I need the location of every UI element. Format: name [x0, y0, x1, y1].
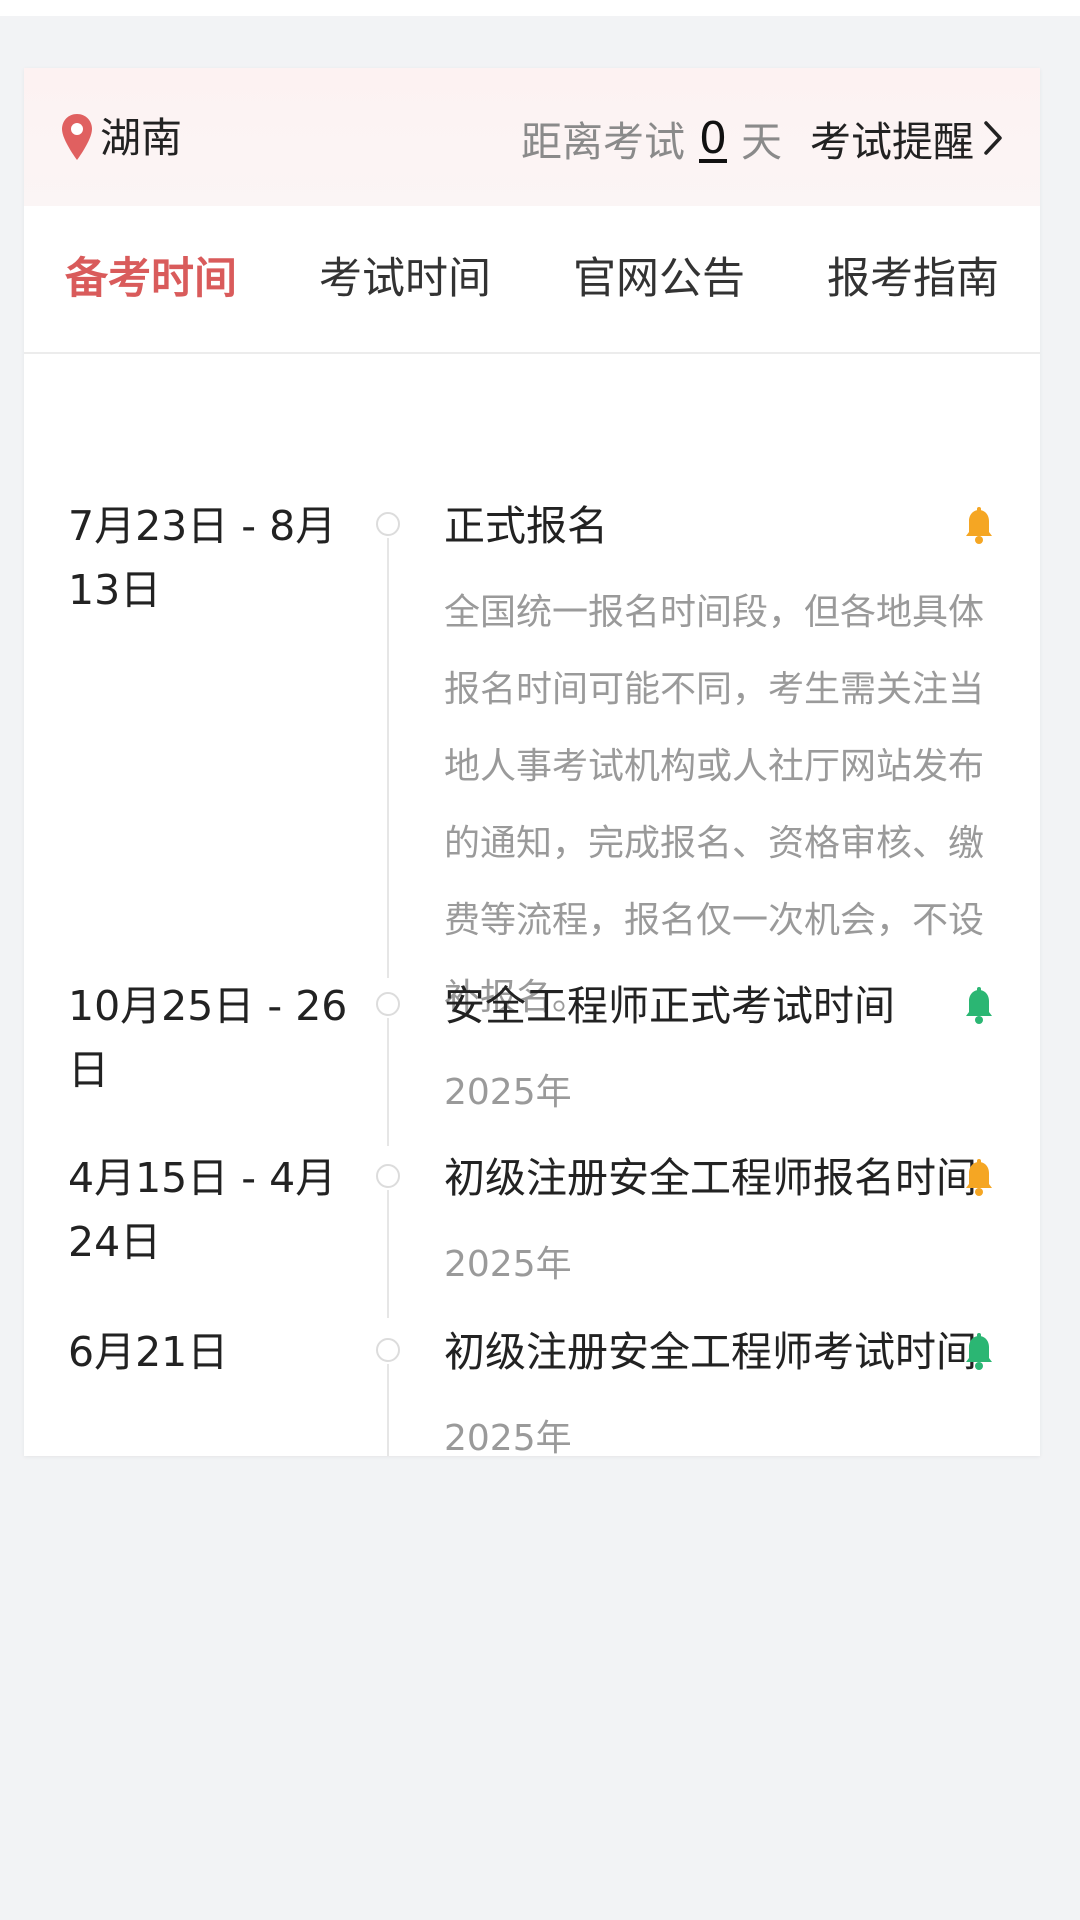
timeline-line: [387, 1364, 389, 1456]
countdown-days: 0: [699, 112, 727, 164]
countdown-suffix: 天: [741, 118, 782, 166]
tab-exam-time[interactable]: 考试时间: [278, 206, 532, 352]
timeline-title: 初级注册安全工程师报名时间: [444, 1154, 977, 1202]
timeline-title: 初级注册安全工程师考试时间: [444, 1328, 977, 1376]
status-strip: [0, 0, 1080, 16]
exam-header-bar: 湖南 距离考试 0 天 考试提醒: [24, 68, 1040, 206]
timeline-node: [376, 992, 400, 1016]
tab-bar: 备考时间 考试时间 官网公告 报考指南: [24, 206, 1040, 354]
timeline-line: [387, 1190, 389, 1318]
exam-reminder-link[interactable]: 考试提醒: [810, 108, 974, 168]
timeline-desc: 2025年: [444, 1244, 572, 1285]
bell-icon[interactable]: [964, 1158, 994, 1198]
timeline-title: 安全工程师正式考试时间: [444, 982, 895, 1030]
exam-countdown: 距离考试 0 天 考试提醒: [521, 108, 1004, 168]
timeline-date: 10月25日 - 26日: [68, 982, 348, 1094]
timeline-date: 4月15日 - 4月24日: [68, 1154, 337, 1266]
timeline-date: 7月23日 - 8月13日: [68, 502, 337, 614]
timeline-desc: 全国统一报名时间段，但各地具体报名时间可能不同，考生需关注当地人事考试机构或人社…: [444, 592, 985, 1018]
bell-icon[interactable]: [964, 506, 994, 546]
location-selector[interactable]: 湖南: [60, 110, 182, 166]
timeline-desc: 2025年: [444, 1072, 572, 1113]
exam-schedule-card: 湖南 距离考试 0 天 考试提醒 备考时间 考试时间 官网公告 报考指南 7月2…: [24, 68, 1040, 1456]
countdown-prefix: 距离考试: [521, 118, 685, 166]
timeline-line: [387, 1018, 389, 1146]
tab-official-notice[interactable]: 官网公告: [532, 206, 786, 352]
bell-icon[interactable]: [964, 986, 994, 1026]
timeline-node: [376, 1338, 400, 1362]
tab-registration-guide[interactable]: 报考指南: [786, 206, 1040, 352]
location-label: 湖南: [100, 114, 182, 162]
bell-icon[interactable]: [964, 1332, 994, 1372]
timeline-title: 正式报名: [444, 502, 608, 550]
chevron-right-icon[interactable]: [982, 119, 1004, 157]
map-pin-icon: [62, 114, 92, 160]
timeline-node: [376, 512, 400, 536]
timeline-line: [387, 538, 389, 978]
tab-prep-time[interactable]: 备考时间: [24, 206, 278, 352]
timeline-node: [376, 1164, 400, 1188]
timeline-desc: 2025年: [444, 1418, 572, 1456]
timeline-date: 6月21日: [68, 1328, 229, 1376]
